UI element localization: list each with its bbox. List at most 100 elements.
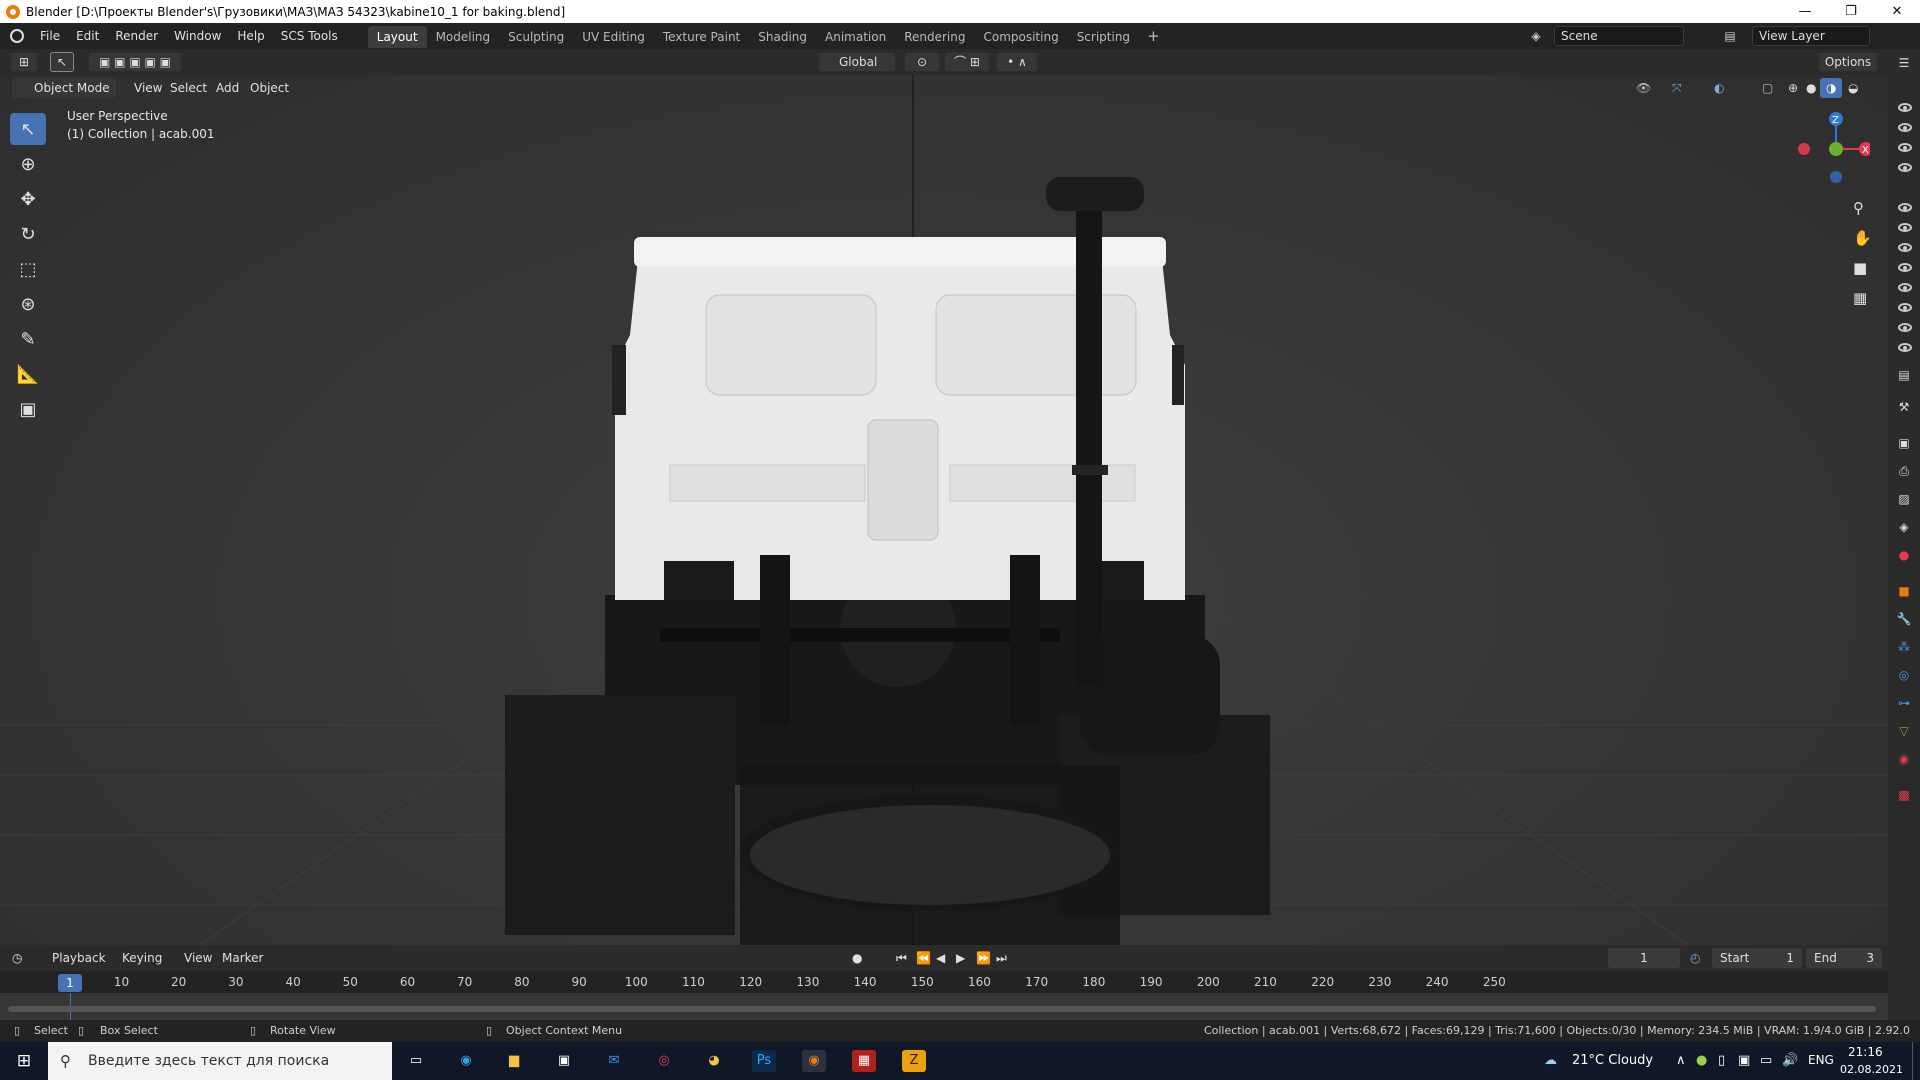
current-frame-indicator[interactable]: 1 bbox=[58, 974, 82, 992]
timeline-scrollbar[interactable] bbox=[8, 1006, 1876, 1012]
restore-button[interactable]: ❐ bbox=[1828, 0, 1874, 23]
photoshop-icon[interactable]: Ps bbox=[752, 1050, 776, 1072]
overlays-icon[interactable]: ◐ bbox=[1708, 78, 1730, 98]
select-box-tool-icon[interactable]: ↖ bbox=[10, 113, 46, 145]
close-button[interactable]: ✕ bbox=[1874, 0, 1920, 23]
jump-end-icon[interactable]: ⏭ bbox=[996, 948, 1007, 968]
editor-type-icon[interactable]: ⊞ bbox=[10, 52, 38, 72]
render-properties-icon[interactable]: ▣ bbox=[1896, 435, 1912, 451]
gizmo-toggle-icon[interactable]: ⤧ bbox=[1666, 78, 1688, 98]
particles-properties-icon[interactable]: ⁂ bbox=[1896, 639, 1912, 655]
view-layer-properties-icon[interactable]: ▨ bbox=[1896, 491, 1912, 507]
tray-app2-icon[interactable]: ▯ bbox=[1718, 1053, 1725, 1068]
pivot-point-icon[interactable]: ⊙ bbox=[904, 52, 940, 72]
network-icon[interactable]: ▭ bbox=[1760, 1053, 1772, 1068]
menu-add[interactable]: Add bbox=[210, 78, 245, 98]
add-cube-tool-icon[interactable]: ▣ bbox=[10, 393, 46, 425]
preview-range-icon[interactable]: ◴ bbox=[1690, 948, 1700, 968]
view-layer-icon[interactable]: ▤ bbox=[1722, 28, 1738, 44]
modifier-properties-icon[interactable]: 🔧 bbox=[1896, 611, 1912, 627]
visibility-eye-icon[interactable] bbox=[1898, 243, 1912, 252]
view-layer-field[interactable]: View Layer bbox=[1752, 26, 1870, 46]
tab-animation[interactable]: Animation bbox=[816, 26, 895, 48]
end-frame-field[interactable]: End 3 bbox=[1806, 948, 1882, 968]
chrome-icon[interactable]: ◕ bbox=[702, 1050, 726, 1072]
constraint-properties-icon[interactable]: ⊶ bbox=[1896, 695, 1912, 711]
outliner-editor-icon[interactable]: ☰ bbox=[1896, 55, 1912, 71]
xray-icon[interactable]: ▢ bbox=[1756, 78, 1779, 98]
clock-date[interactable]: 02.08.2021 bbox=[1840, 1063, 1903, 1076]
menu-view[interactable]: View bbox=[128, 78, 168, 98]
app-icon[interactable]: ◎ bbox=[652, 1050, 676, 1072]
shading-rendered-icon[interactable]: ◒ bbox=[1842, 78, 1864, 98]
object-properties-icon[interactable]: ■ bbox=[1896, 583, 1912, 599]
visibility-eye-icon[interactable] bbox=[1898, 123, 1912, 132]
app-grid-icon[interactable]: ▦ bbox=[852, 1050, 876, 1072]
next-keyframe-icon[interactable]: ⏩ bbox=[976, 948, 991, 968]
tab-rendering[interactable]: Rendering bbox=[895, 26, 974, 48]
menu-select[interactable]: Select bbox=[164, 78, 213, 98]
visibility-eye-icon[interactable] bbox=[1898, 263, 1912, 272]
options-dropdown[interactable]: Options bbox=[1818, 52, 1878, 72]
navigation-gizmo[interactable]: Z X bbox=[1790, 105, 1870, 195]
texture-properties-icon[interactable]: ▩ bbox=[1896, 787, 1912, 803]
select-tool-icon[interactable]: ↖ bbox=[50, 52, 74, 72]
visibility-eye-icon[interactable] bbox=[1898, 163, 1912, 172]
tab-uv-editing[interactable]: UV Editing bbox=[573, 26, 654, 48]
current-frame-field[interactable]: 1 bbox=[1608, 948, 1680, 968]
cursor-tool-icon[interactable]: ⊕ bbox=[10, 148, 46, 180]
visibility-eye-icon[interactable] bbox=[1898, 143, 1912, 152]
edge-icon[interactable]: ◉ bbox=[454, 1050, 478, 1072]
selection-mode-buttons[interactable]: ▣ ▣ ▣ ▣ ▣ bbox=[88, 52, 182, 72]
file-explorer-icon[interactable]: ▆ bbox=[502, 1050, 526, 1072]
timeline-editor-type-icon[interactable]: ◷ bbox=[12, 948, 22, 968]
show-desktop-button[interactable] bbox=[1912, 1042, 1920, 1080]
data-properties-icon[interactable]: ▽ bbox=[1896, 723, 1912, 739]
visibility-eye-icon[interactable] bbox=[1898, 103, 1912, 112]
visibility-eye-icon[interactable] bbox=[1898, 223, 1912, 232]
record-icon[interactable]: ● bbox=[852, 948, 862, 968]
transform-tool-icon[interactable]: ⊛ bbox=[10, 288, 46, 320]
tab-scripting[interactable]: Scripting bbox=[1068, 26, 1139, 48]
gizmo-neg-x[interactable] bbox=[1798, 143, 1810, 155]
properties-editor-icon[interactable]: ▤ bbox=[1896, 367, 1912, 383]
menu-render[interactable]: Render bbox=[107, 23, 166, 49]
windows-start-icon[interactable]: ⊞ bbox=[12, 1050, 36, 1072]
measure-tool-icon[interactable]: 📐 bbox=[10, 358, 46, 390]
output-properties-icon[interactable]: ⎙ bbox=[1896, 463, 1912, 479]
rotate-tool-icon[interactable]: ↻ bbox=[10, 218, 46, 250]
menu-marker[interactable]: Marker bbox=[222, 948, 263, 968]
language-indicator[interactable]: ENG bbox=[1808, 1053, 1834, 1067]
scene-icon[interactable]: ◈ bbox=[1528, 28, 1544, 44]
tray-app3-icon[interactable]: ▣ bbox=[1738, 1053, 1750, 1068]
menu-help[interactable]: Help bbox=[229, 23, 272, 49]
visibility-eye-icon[interactable] bbox=[1898, 343, 1912, 352]
menu-file[interactable]: File bbox=[32, 23, 68, 49]
gizmo-y-axis[interactable] bbox=[1829, 142, 1843, 156]
volume-icon[interactable]: 🔊 bbox=[1782, 1053, 1798, 1068]
menu-keying[interactable]: Keying bbox=[122, 948, 162, 968]
play-icon[interactable]: ▶ bbox=[956, 948, 965, 968]
clock-time[interactable]: 21:16 bbox=[1848, 1045, 1883, 1059]
transform-orientation-dropdown[interactable]: Global bbox=[818, 52, 896, 72]
menu-object[interactable]: Object bbox=[244, 78, 295, 98]
menu-playback[interactable]: Playback bbox=[52, 948, 106, 968]
scene-properties-icon[interactable]: ◈ bbox=[1896, 519, 1912, 535]
timeline-ruler[interactable]: 1 10 20 30 40 50 60 70 80 90 100 110 120 130 140 150 16… bbox=[0, 971, 1888, 993]
tray-expand-icon[interactable]: ∧ bbox=[1676, 1053, 1686, 1068]
world-properties-icon[interactable]: ● bbox=[1896, 547, 1912, 563]
menu-timeline-view[interactable]: View bbox=[184, 948, 212, 968]
shading-material-icon[interactable]: ◑ bbox=[1820, 78, 1843, 98]
material-properties-icon[interactable]: ◉ bbox=[1896, 751, 1912, 767]
tray-app-icon[interactable]: ● bbox=[1696, 1053, 1707, 1068]
gizmo-neg-z[interactable] bbox=[1830, 171, 1842, 183]
tab-modeling[interactable]: Modeling bbox=[427, 26, 500, 48]
tab-compositing[interactable]: Compositing bbox=[974, 26, 1067, 48]
perspective-toggle-icon[interactable]: ▦ bbox=[1853, 289, 1867, 307]
add-workspace-button[interactable]: + bbox=[1139, 27, 1168, 45]
tab-shading[interactable]: Shading bbox=[749, 26, 816, 48]
minimize-button[interactable]: — bbox=[1782, 0, 1828, 23]
play-reverse-icon[interactable]: ◀ bbox=[936, 948, 945, 968]
prev-keyframe-icon[interactable]: ⏪ bbox=[916, 948, 931, 968]
visibility-eye-icon[interactable] bbox=[1898, 283, 1912, 292]
